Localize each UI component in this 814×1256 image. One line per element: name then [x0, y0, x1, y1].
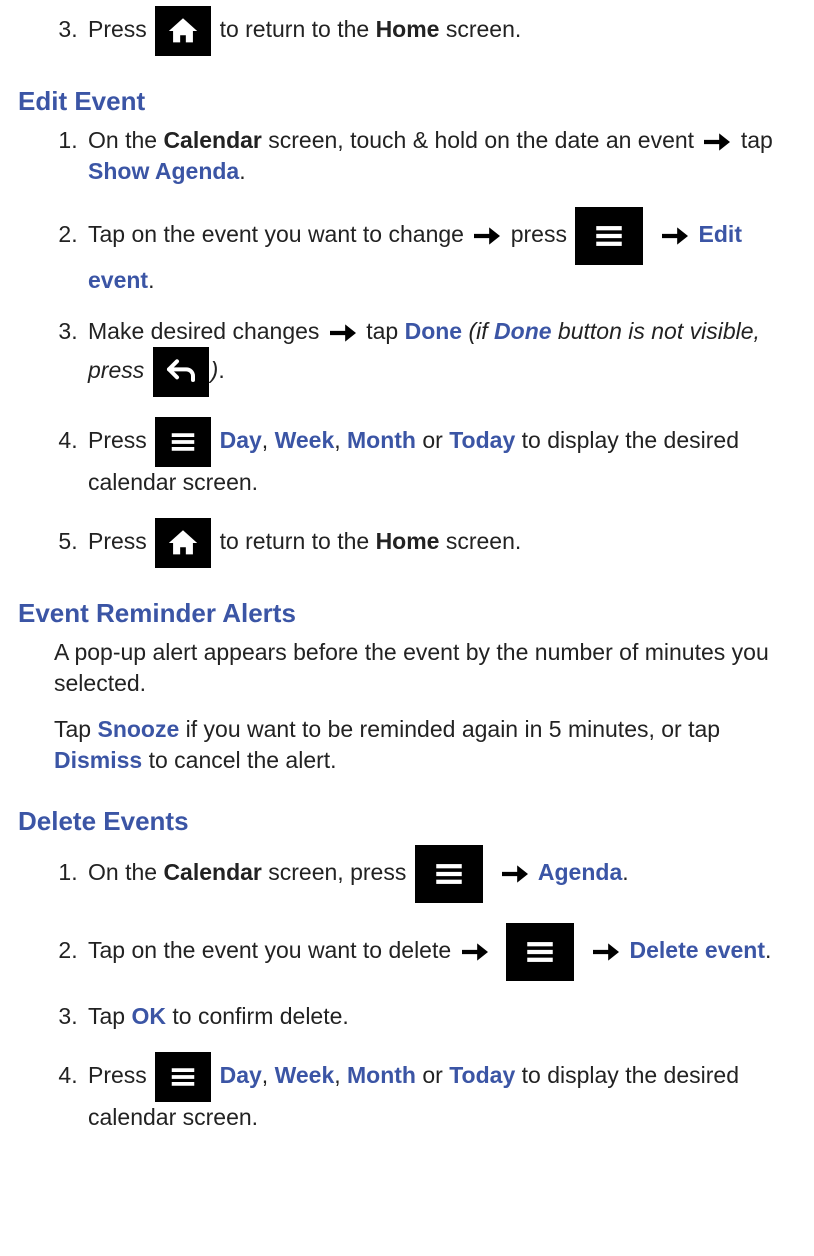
bold-text: Calendar — [163, 859, 261, 885]
list-item: On the Calendar screen, touch & hold on … — [84, 125, 796, 187]
ui-label-done: Done — [405, 318, 463, 344]
text: Make desired changes — [88, 318, 326, 344]
menu-icon — [415, 845, 483, 903]
ui-label-show-agenda: Show Agenda — [88, 158, 239, 184]
text: . — [765, 937, 771, 963]
text: Tap — [54, 716, 97, 742]
text: or — [416, 1062, 449, 1088]
list-item: Press to return to the Home screen. — [84, 6, 796, 56]
text: , — [334, 1062, 347, 1088]
paragraph: Tap Snooze if you want to be reminded ag… — [54, 714, 796, 776]
bold-text: Home — [376, 528, 440, 554]
ui-label-day: Day — [220, 1062, 262, 1088]
text: On the — [88, 127, 163, 153]
text: Press — [88, 1062, 153, 1088]
arrow-right-icon — [502, 863, 528, 885]
text: or — [416, 427, 449, 453]
paragraph: A pop-up alert appears before the event … — [54, 637, 796, 699]
ui-label-ok: OK — [131, 1003, 166, 1029]
list-item: Press Day, Week, Month or Today to displ… — [84, 417, 796, 498]
arrow-right-icon — [330, 322, 356, 344]
list-item: Tap OK to confirm delete. — [84, 1001, 796, 1032]
list-item: Press to return to the Home screen. — [84, 518, 796, 568]
text: Tap — [88, 1003, 131, 1029]
arrow-right-icon — [462, 941, 488, 963]
heading-edit-event: Edit Event — [18, 84, 796, 119]
list-item: On the Calendar screen, press Agenda. — [84, 845, 796, 903]
text: if you want to be reminded again in 5 mi… — [179, 716, 720, 742]
arrow-right-icon — [593, 941, 619, 963]
list-item: Make desired changes tap Done (if Done b… — [84, 316, 796, 397]
menu-icon — [155, 417, 211, 467]
heading-event-reminder-alerts: Event Reminder Alerts — [18, 596, 796, 631]
text: . — [148, 267, 154, 293]
bold-text: Home — [376, 16, 440, 42]
text: . — [218, 357, 224, 383]
text: to return to the — [220, 528, 376, 554]
text: Press — [88, 16, 153, 42]
ui-label-dismiss: Dismiss — [54, 747, 142, 773]
text: Press — [88, 528, 153, 554]
ui-label-week: Week — [275, 1062, 335, 1088]
text: . — [239, 158, 245, 184]
text: screen. — [439, 528, 521, 554]
ui-label-today: Today — [449, 1062, 515, 1088]
list-item: Tap on the event you want to delete Dele… — [84, 923, 796, 981]
text: On the — [88, 859, 163, 885]
text: Tap on the event you want to change — [88, 221, 470, 247]
menu-icon — [506, 923, 574, 981]
text: Tap on the event you want to delete — [88, 937, 458, 963]
arrow-right-icon — [704, 131, 730, 153]
text: , — [334, 427, 347, 453]
ui-label-day: Day — [220, 427, 262, 453]
text: screen, touch & hold on the date an even… — [262, 127, 701, 153]
text: , — [262, 1062, 275, 1088]
home-icon — [155, 6, 211, 56]
menu-icon — [575, 207, 643, 265]
text: screen. — [439, 16, 521, 42]
ui-label-month: Month — [347, 427, 416, 453]
text: press — [504, 221, 573, 247]
bold-text: Calendar — [163, 127, 261, 153]
text: . — [622, 859, 628, 885]
list-item: Tap on the event you want to change pres… — [84, 207, 796, 296]
home-icon — [155, 518, 211, 568]
text: tap — [360, 318, 405, 344]
arrow-right-icon — [474, 225, 500, 247]
heading-delete-events: Delete Events — [18, 804, 796, 839]
text: , — [262, 427, 275, 453]
ui-label-today: Today — [449, 427, 515, 453]
text: screen, press — [262, 859, 413, 885]
ui-label-month: Month — [347, 1062, 416, 1088]
text: tap — [734, 127, 772, 153]
ui-label-week: Week — [275, 427, 335, 453]
menu-icon — [155, 1052, 211, 1102]
ui-label-snooze: Snooze — [97, 716, 179, 742]
text: to cancel the alert. — [142, 747, 336, 773]
text: to return to the — [220, 16, 376, 42]
list-item: Press Day, Week, Month or Today to displ… — [84, 1052, 796, 1133]
text: to confirm delete. — [166, 1003, 349, 1029]
back-icon — [153, 347, 209, 397]
text: Press — [88, 427, 153, 453]
italic-text: (if — [462, 318, 494, 344]
ui-label-delete-event: Delete event — [630, 937, 766, 963]
arrow-right-icon — [662, 225, 688, 247]
document-page: Press to return to the Home screen. Edit… — [0, 6, 814, 1183]
ui-label-agenda: Agenda — [538, 859, 622, 885]
ui-label-done: Done — [494, 318, 552, 344]
